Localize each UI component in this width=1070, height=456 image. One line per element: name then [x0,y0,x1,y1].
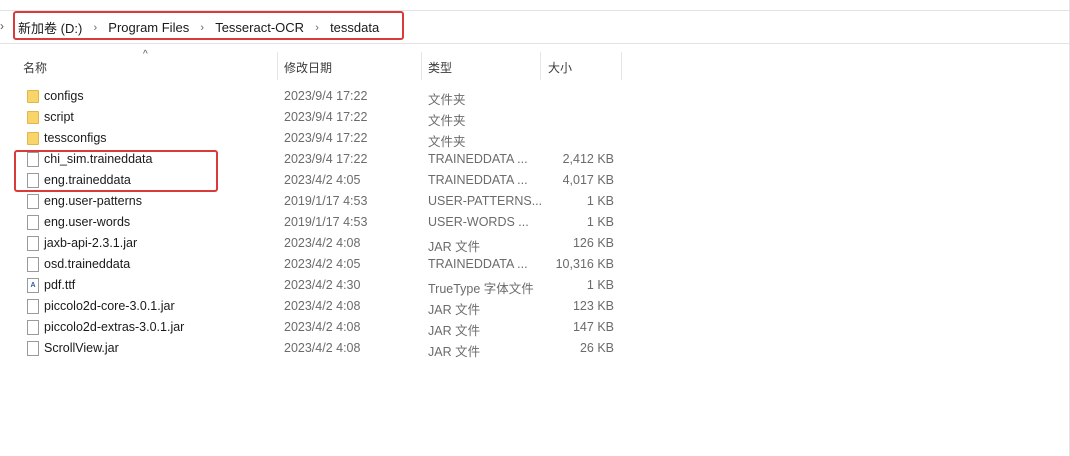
file-name: ScrollView.jar [44,341,119,355]
file-modified-date: 2023/4/2 4:08 [284,236,361,250]
file-modified-date: 2023/4/2 4:05 [284,173,361,187]
chevron-right-icon[interactable]: › [197,22,207,34]
file-type: JAR 文件 [428,303,481,317]
file-name: eng.user-patterns [44,194,142,208]
file-icon [27,215,39,230]
column-divider[interactable] [421,52,422,80]
file-row[interactable]: osd.traineddata 2023/4/2 4:05 TRAINEDDATA … [0,254,1070,275]
file-size: 123 KB [572,299,614,313]
file-modified-date: 2023/9/4 17:22 [284,110,368,124]
column-divider[interactable] [540,52,541,80]
file-size: 1 KB [586,215,614,229]
file-name: jaxb-api-2.3.1.jar [44,236,138,250]
file-row[interactable]: eng.user-words 2019/1/17 4:53 USER-WORDS .… [0,212,1070,233]
file-size: 1 KB [586,194,614,208]
folder-icon [27,111,39,124]
file-name: script [44,110,74,124]
file-modified-date: 2019/1/17 4:53 [284,194,368,208]
file-name: tessconfigs [44,131,107,145]
chevron-right-icon[interactable]: › [312,22,322,34]
breadcrumb-item-tessdata[interactable]: tessdata [328,20,381,35]
file-modified-date: 2023/4/2 4:08 [284,341,361,355]
file-modified-date: 2019/1/17 4:53 [284,215,368,229]
file-name: configs [44,89,84,103]
file-modified-date: 2023/4/2 4:08 [284,320,361,334]
file-name: osd.traineddata [44,257,131,271]
file-icon [27,152,39,167]
file-size: 1 KB [586,278,614,292]
file-modified-date: 2023/9/4 17:22 [284,89,368,103]
file-row[interactable]: chi_sim.traineddata 2023/9/4 17:22 TRAINED… [0,149,1070,170]
file-type: USER-PATTERNS... [428,194,543,208]
file-size: 2,412 KB [562,152,614,166]
file-icon [27,236,39,251]
file-size: 147 KB [572,320,614,334]
file-name: eng.traineddata [44,173,131,187]
file-size: 126 KB [572,236,614,250]
file-name: piccolo2d-extras-3.0.1.jar [44,320,185,334]
file-row[interactable]: piccolo2d-core-3.0.1.jar 2023/4/2 4:08 JAR… [0,296,1070,317]
file-modified-date: 2023/4/2 4:08 [284,299,361,313]
file-type: TRAINEDDATA ... [428,173,528,187]
file-row[interactable]: eng.user-patterns 2019/1/17 4:53 USER-PATT… [0,191,1070,212]
chevron-right-icon[interactable]: › [0,19,4,33]
file-size: 10,316 KB [555,257,614,271]
file-type: 文件夹 [428,135,466,149]
file-list: configs 2023/9/4 17:22 文件夹 script 2023/9/4 1… [0,86,1070,359]
file-type: 文件夹 [428,93,466,107]
file-name: piccolo2d-core-3.0.1.jar [44,299,175,313]
file-icon [27,173,39,188]
file-row[interactable]: tessconfigs 2023/9/4 17:22 文件夹 [0,128,1070,149]
file-row[interactable]: ScrollView.jar 2023/4/2 4:08 JAR 文件 26 KB [0,338,1070,359]
file-icon [27,341,39,356]
file-explorer-window: › 新加卷 (D:) › Program Files › Tesseract-O… [0,0,1070,456]
file-row[interactable]: configs 2023/9/4 17:22 文件夹 [0,86,1070,107]
file-size: 26 KB [579,341,614,355]
file-size: 4,017 KB [562,173,614,187]
file-type: JAR 文件 [428,240,481,254]
sort-ascending-icon: ^ [143,49,148,60]
file-name: chi_sim.traineddata [44,152,153,166]
file-row[interactable]: jaxb-api-2.3.1.jar 2023/4/2 4:08 JAR 文件 126… [0,233,1070,254]
column-header: ^ 名称 修改日期 类型 大小 [0,49,1070,80]
address-bar[interactable]: › 新加卷 (D:) › Program Files › Tesseract-O… [0,10,1070,44]
file-row[interactable]: Apdf.ttf 2023/4/2 4:30 TrueType 字体文件 1 KB [0,275,1070,296]
column-header-date[interactable]: 修改日期 [284,59,332,76]
file-type: TrueType 字体文件 [428,282,534,296]
column-divider[interactable] [277,52,278,80]
file-icon [27,299,39,314]
file-row[interactable]: eng.traineddata 2023/4/2 4:05 TRAINEDDATA … [0,170,1070,191]
column-header-size[interactable]: 大小 [548,59,572,76]
chevron-right-icon[interactable]: › [90,22,100,34]
file-modified-date: 2023/4/2 4:30 [284,278,361,292]
file-type: JAR 文件 [428,324,481,338]
file-name: pdf.ttf [44,278,76,292]
file-row[interactable]: script 2023/9/4 17:22 文件夹 [0,107,1070,128]
font-icon: A [27,278,39,293]
breadcrumb-item-program-files[interactable]: Program Files [106,20,191,35]
file-modified-date: 2023/9/4 17:22 [284,131,368,145]
file-type: TRAINEDDATA ... [428,257,528,271]
column-header-type[interactable]: 类型 [428,59,452,76]
file-type: JAR 文件 [428,345,481,359]
column-divider[interactable] [621,52,622,80]
file-row[interactable]: piccolo2d-extras-3.0.1.jar 2023/4/2 4:08 J… [0,317,1070,338]
breadcrumb-item-tesseract-ocr[interactable]: Tesseract-OCR [213,20,306,35]
breadcrumb-item-drive[interactable]: 新加卷 (D:) [16,18,84,37]
file-icon [27,194,39,209]
folder-icon [27,90,39,103]
file-icon [27,320,39,335]
file-type: TRAINEDDATA ... [428,152,528,166]
breadcrumb: 新加卷 (D:) › Program Files › Tesseract-OCR… [16,18,381,37]
file-modified-date: 2023/9/4 17:22 [284,152,368,166]
file-name: eng.user-words [44,215,131,229]
file-type: 文件夹 [428,114,466,128]
folder-icon [27,132,39,145]
file-type: USER-WORDS ... [428,215,529,229]
column-header-name[interactable]: 名称 [23,59,47,76]
file-modified-date: 2023/4/2 4:05 [284,257,361,271]
file-icon [27,257,39,272]
